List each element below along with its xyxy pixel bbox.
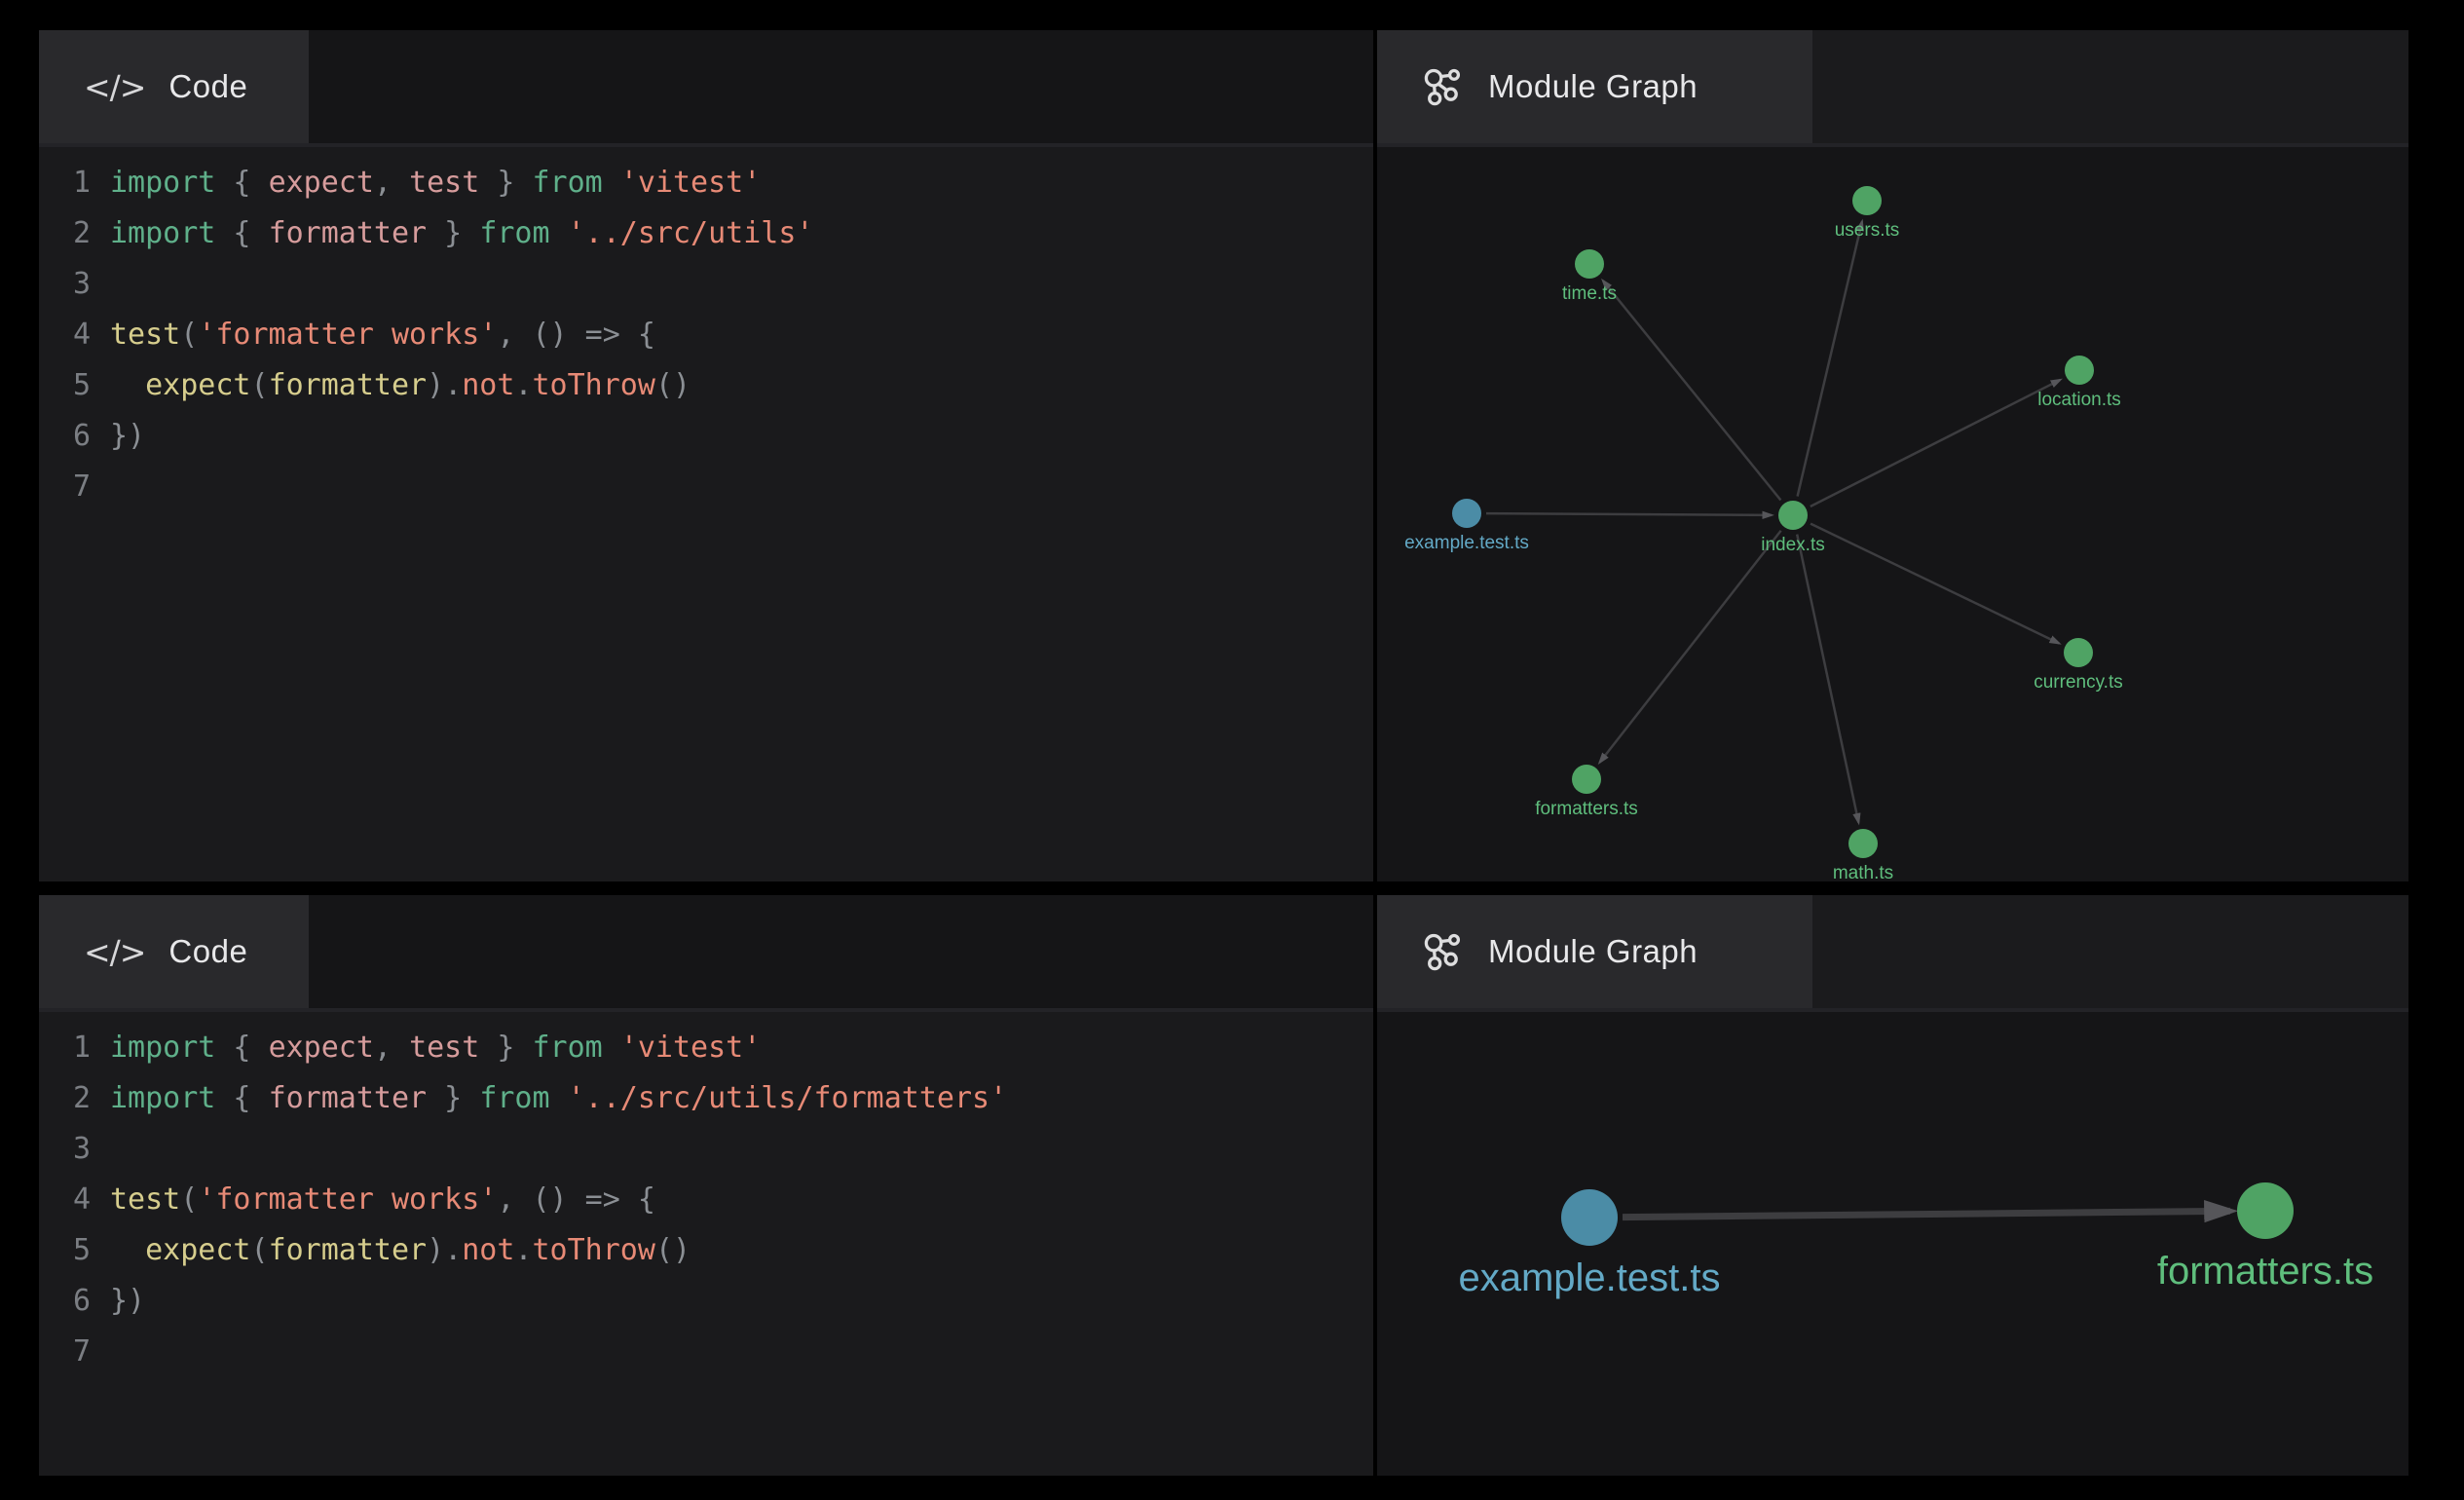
module-graph-panel-2: Module Graph example.test.ts formatters.t…: [1377, 895, 2408, 1476]
code-icon: </>: [84, 68, 145, 106]
module-graph-panel-1: Module Graph time.ts users.ts location.ts i…: [1377, 30, 2408, 881]
tab-module-graph-label: Module Graph: [1488, 68, 1698, 105]
code-line: 2 import { formatter } from '../src/utils…: [58, 1072, 1373, 1123]
code-line: 4 test('formatter works', () => {: [58, 309, 1373, 359]
line-number: 1: [58, 1031, 91, 1065]
code-lines: 1 import { expect, test } from 'vitest' 2i…: [58, 1022, 1373, 1376]
content-grid: </> Code 1 import { expect, test } from '…: [39, 30, 2408, 1476]
graph-node-label: index.ts: [1761, 535, 1824, 555]
code-line: 5 expect(formatter).not.toThrow(): [58, 1224, 1373, 1275]
line-number: 4: [58, 1182, 91, 1217]
module-graph-panel-1-tabbar: Module Graph: [1377, 30, 2408, 147]
code-lines: 1 import { expect, test } from 'vitest' 2i…: [58, 157, 1373, 511]
graph-node-index[interactable]: [1778, 501, 1808, 530]
code-line: 3: [58, 1123, 1373, 1174]
code-line-text: import { formatter } from '../src/utils/…: [110, 1081, 1007, 1115]
module-graph-panel-2-tabbar: Module Graph: [1377, 895, 2408, 1012]
tab-code-1[interactable]: </> Code: [39, 30, 309, 143]
module-graph-canvas: time.ts users.ts location.ts index.ts exampl…: [1377, 147, 2408, 881]
tab-module-graph-2[interactable]: Module Graph: [1377, 895, 1812, 1008]
code-line-text: expect(formatter).not.toThrow(): [110, 368, 691, 402]
code-line-text: import { expect, test } from 'vitest': [110, 166, 761, 200]
line-number: 2: [58, 1081, 91, 1115]
graph-edge: [1486, 513, 1772, 515]
graph-node-formatters[interactable]: [2237, 1182, 2294, 1239]
graph-node-label: example.test.ts: [1404, 533, 1529, 553]
code-line-text: import { formatter } from '../src/utils': [110, 216, 814, 250]
code-line: 7: [58, 461, 1373, 511]
line-number: 1: [58, 166, 91, 200]
module-graph-icon: [1422, 930, 1465, 973]
line-number: 7: [58, 469, 91, 504]
module-graph-icon: [1422, 65, 1465, 108]
code-panel-1: </> Code 1 import { expect, test } from '…: [39, 30, 1373, 881]
module-graph-canvas: example.test.ts formatters.ts: [1377, 1012, 2408, 1476]
line-number: 5: [58, 1233, 91, 1267]
graph-edge: [1811, 380, 2061, 506]
code-line-text: test('formatter works', () => {: [110, 1182, 655, 1217]
graph-node-label: location.ts: [2037, 390, 2121, 410]
code-line: 2 import { formatter } from '../src/utils…: [58, 207, 1373, 258]
graph-node-users[interactable]: [1852, 186, 1882, 215]
graph-edge: [1603, 281, 1781, 500]
code-block: 1 import { expect, test } from 'vitest' 2i…: [39, 1012, 1373, 1476]
graph-node-label: math.ts: [1833, 863, 1893, 881]
line-number: 4: [58, 318, 91, 352]
graph-node-label: example.test.ts: [1458, 1256, 1720, 1299]
graph-node-example[interactable]: [1561, 1189, 1618, 1246]
graph-edge: [1797, 535, 1858, 823]
code-line: 3: [58, 258, 1373, 309]
graph-node-time[interactable]: [1575, 249, 1604, 279]
code-panel-2: </> Code 1 import { expect, test } from '…: [39, 895, 1373, 1476]
code-line: 6}): [58, 410, 1373, 461]
line-number: 6: [58, 419, 91, 453]
line-number: 3: [58, 1132, 91, 1166]
code-panel-2-tabbar: </> Code: [39, 895, 1373, 1012]
tab-code-label: Code: [168, 933, 247, 970]
tab-code-2[interactable]: </> Code: [39, 895, 309, 1008]
line-number: 2: [58, 216, 91, 250]
graph-edge: [1811, 524, 2059, 644]
graph-node-formatters[interactable]: [1572, 765, 1601, 794]
code-line: 1 import { expect, test } from 'vitest': [58, 157, 1373, 207]
code-panel-1-tabbar: </> Code: [39, 30, 1373, 147]
code-line-text: import { expect, test } from 'vitest': [110, 1031, 761, 1065]
graph-node-example[interactable]: [1452, 499, 1481, 528]
graph-edge: [1623, 1211, 2230, 1217]
graph-node-label: users.ts: [1835, 220, 1900, 241]
code-line-text: }): [110, 419, 145, 453]
code-line: 1 import { expect, test } from 'vitest': [58, 1022, 1373, 1072]
tab-code-label: Code: [168, 68, 247, 105]
code-line: 6}): [58, 1275, 1373, 1326]
line-number: 7: [58, 1334, 91, 1369]
graph-node-currency[interactable]: [2064, 638, 2093, 667]
graph-edge: [1600, 531, 1781, 763]
tab-module-graph-label: Module Graph: [1488, 933, 1698, 970]
line-number: 5: [58, 368, 91, 402]
tab-module-graph-1[interactable]: Module Graph: [1377, 30, 1812, 143]
code-line-text: }): [110, 1284, 145, 1318]
graph-node-location[interactable]: [2065, 356, 2094, 385]
graph-node-label: time.ts: [1562, 283, 1617, 304]
code-line: 5 expect(formatter).not.toThrow(): [58, 359, 1373, 410]
code-line-text: expect(formatter).not.toThrow(): [110, 1233, 691, 1267]
line-number: 6: [58, 1284, 91, 1318]
graph-node-label: formatters.ts: [2157, 1250, 2373, 1293]
code-icon: </>: [84, 933, 145, 971]
graph-node-math[interactable]: [1848, 829, 1878, 858]
code-block: 1 import { expect, test } from 'vitest' 2i…: [39, 147, 1373, 881]
graph-node-label: currency.ts: [2034, 672, 2123, 693]
graph-node-label: formatters.ts: [1535, 799, 1638, 819]
line-number: 3: [58, 267, 91, 301]
code-line-text: test('formatter works', () => {: [110, 318, 655, 352]
code-line: 7: [58, 1326, 1373, 1376]
code-line: 4 test('formatter works', () => {: [58, 1174, 1373, 1224]
graph-edge: [1798, 221, 1862, 496]
